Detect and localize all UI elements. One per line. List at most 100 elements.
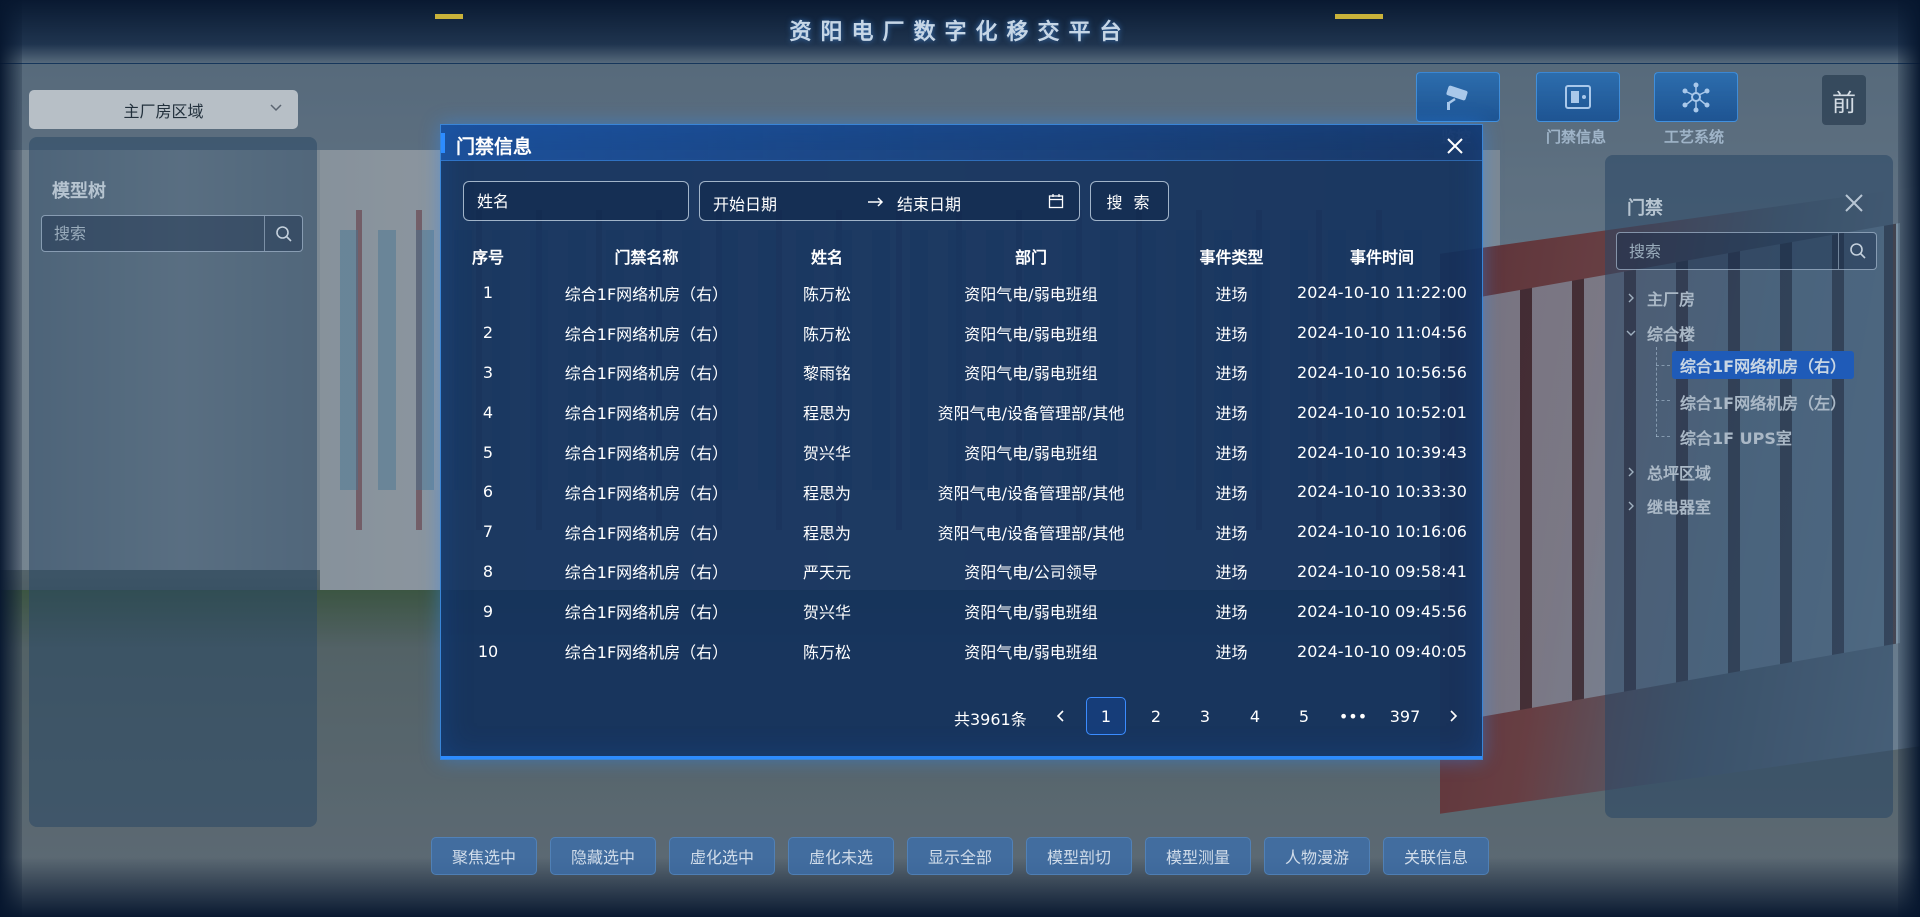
cell-event-time: 2024-10-10 11:22:00 [1297, 283, 1467, 303]
table-row[interactable]: 3 综合1F网络机房（右） 黎雨铭 资阳气电/弱电班组 进场 2024-10-1… [449, 353, 1475, 393]
cell-department: 资阳气电/弱电班组 [964, 643, 1098, 663]
cell-event-type: 进场 [1215, 324, 1248, 344]
model-tree-search-button[interactable] [264, 216, 302, 251]
cell-event-time: 2024-10-10 10:16:06 [1297, 522, 1467, 542]
related-info-button[interactable]: 关联信息 [1383, 837, 1489, 875]
ghost-selected-button[interactable]: 虚化选中 [669, 837, 775, 875]
close-icon[interactable] [1843, 192, 1865, 214]
model-tree-search-input[interactable] [42, 216, 264, 251]
pagination-next-button[interactable] [1433, 697, 1473, 735]
nav-process-system-label: 工艺系统 [1663, 128, 1724, 146]
end-date-input[interactable]: 结束日期 [897, 191, 961, 215]
show-all-button[interactable]: 显示全部 [907, 837, 1013, 875]
model-measure-button[interactable]: 模型测量 [1145, 837, 1251, 875]
cell-event-time: 2024-10-10 09:58:41 [1297, 561, 1467, 581]
search-button[interactable]: 搜 索 [1090, 181, 1169, 221]
share-nodes-icon [1682, 82, 1710, 113]
column-header-index: 序号 [471, 248, 504, 267]
ghost-unselected-button[interactable]: 虚化未选 [788, 837, 894, 875]
nav-door-access-button[interactable] [1536, 72, 1620, 122]
date-range-picker[interactable]: 开始日期 结束日期 [699, 181, 1080, 221]
tree-guide-line [1656, 436, 1670, 437]
model-tree-title: 模型树 [52, 181, 106, 202]
cell-person-name: 程思为 [802, 483, 851, 503]
tree-node-label: 主厂房 [1647, 290, 1696, 309]
table-row[interactable]: 5 综合1F网络机房（右） 贺兴华 资阳气电/弱电班组 进场 2024-10-1… [449, 432, 1475, 472]
table-row[interactable]: 7 综合1F网络机房（右） 程思为 资阳气电/设备管理部/其他 进场 2024-… [449, 512, 1475, 552]
tree-node-network-room-right[interactable]: 综合1F网络机房（右） [1672, 351, 1855, 379]
chevron-right-icon[interactable] [1625, 466, 1637, 478]
cell-event-type: 进场 [1215, 483, 1248, 503]
cell-event-time: 2024-10-10 09:40:05 [1297, 641, 1467, 661]
cell-index: 2 [482, 323, 494, 343]
door-access-table: 序号 门禁名称 姓名 部门 事件类型 事件时间 1 综合1F网络机房（右） 陈万… [449, 239, 1475, 671]
cell-door-name: 综合1F网络机房（右） [564, 404, 729, 424]
door-access-tree-search-button[interactable] [1838, 233, 1876, 269]
front-view-button[interactable]: 前 [1822, 75, 1866, 125]
cell-person-name: 陈万松 [802, 643, 851, 663]
cell-event-type: 进场 [1215, 284, 1248, 304]
start-date-input[interactable]: 开始日期 [713, 191, 777, 215]
tree-node-complex-building[interactable]: 综合楼 [1625, 321, 1695, 345]
door-access-tree-search-input[interactable] [1617, 233, 1838, 269]
tree-node-network-room-left[interactable]: 综合1F网络机房（左） [1680, 390, 1846, 414]
table-row[interactable]: 6 综合1F网络机房（右） 程思为 资阳气电/设备管理部/其他 进场 2024-… [449, 472, 1475, 512]
cell-event-type: 进场 [1215, 643, 1248, 663]
column-header-door-name: 门禁名称 [614, 248, 679, 267]
table-row[interactable]: 1 综合1F网络机房（右） 陈万松 资阳气电/弱电班组 进场 2024-10-1… [449, 273, 1475, 313]
hide-selected-button[interactable]: 隐藏选中 [550, 837, 656, 875]
tree-node-label: 综合1F网络机房（右） [1680, 357, 1847, 376]
pagination-page-2[interactable]: 2 [1136, 697, 1176, 735]
door-access-tree-search [1616, 232, 1877, 270]
cell-index: 1 [482, 283, 494, 303]
tree-node-site-area[interactable]: 总坪区域 [1625, 460, 1711, 484]
area-select[interactable]: 主厂房区域 [29, 90, 298, 129]
tree-node-label: 继电器室 [1647, 498, 1712, 517]
calendar-icon [1048, 194, 1064, 209]
cell-event-type: 进场 [1215, 444, 1248, 464]
cell-person-name: 黎雨铭 [802, 364, 851, 384]
table-row[interactable]: 2 综合1F网络机房（右） 陈万松 资阳气电/弱电班组 进场 2024-10-1… [449, 313, 1475, 353]
cell-index: 10 [477, 641, 499, 661]
pagination-prev-button[interactable] [1041, 697, 1081, 735]
chevron-right-icon[interactable] [1625, 292, 1637, 304]
cell-person-name: 程思为 [802, 404, 851, 424]
cell-event-type: 进场 [1215, 603, 1248, 623]
door-access-dialog: 门禁信息 开始日期 结束日期 搜 索 序号 门禁名称 姓名 [440, 124, 1483, 760]
cell-index: 7 [482, 522, 494, 542]
nav-door-access[interactable]: 门禁信息 [1531, 72, 1621, 152]
name-input[interactable] [464, 182, 688, 220]
tree-node-label: 综合楼 [1647, 325, 1696, 344]
table-header-row: 序号 门禁名称 姓名 部门 事件类型 事件时间 [449, 239, 1475, 273]
nav-process-system-button[interactable] [1654, 72, 1738, 122]
close-icon[interactable] [1445, 136, 1465, 156]
table-row[interactable]: 8 综合1F网络机房（右） 严天元 资阳气电/公司领导 进场 2024-10-1… [449, 552, 1475, 592]
model-section-button[interactable]: 模型剖切 [1026, 837, 1132, 875]
pagination-ellipsis[interactable]: ••• [1333, 697, 1373, 735]
name-field [463, 181, 689, 221]
pagination-page-5[interactable]: 5 [1284, 697, 1324, 735]
cell-department: 资阳气电/弱电班组 [964, 603, 1098, 623]
tree-node-ups-room[interactable]: 综合1F UPS室 [1680, 425, 1792, 449]
pagination-page-1[interactable]: 1 [1086, 697, 1126, 735]
cell-person-name: 贺兴华 [802, 444, 851, 464]
tree-node-label: 综合1F UPS室 [1680, 429, 1792, 448]
cell-door-name: 综合1F网络机房（右） [564, 643, 729, 663]
nav-process-system[interactable]: 工艺系统 [1649, 72, 1739, 152]
table-row[interactable]: 4 综合1F网络机房（右） 程思为 资阳气电/设备管理部/其他 进场 2024-… [449, 392, 1475, 432]
column-header-department: 部门 [1014, 248, 1047, 267]
pagination-last-page[interactable]: 397 [1385, 697, 1425, 735]
tree-node-main-plant[interactable]: 主厂房 [1625, 286, 1695, 310]
area-select-value: 主厂房区域 [123, 101, 204, 121]
character-roam-button[interactable]: 人物漫游 [1264, 837, 1370, 875]
nav-monitor-button[interactable] [1416, 72, 1500, 122]
chevron-down-icon[interactable] [1625, 327, 1637, 339]
table-row[interactable]: 9 综合1F网络机房（右） 贺兴华 资阳气电/弱电班组 进场 2024-10-1… [449, 591, 1475, 631]
chevron-right-icon[interactable] [1625, 500, 1637, 512]
tree-node-relay-room[interactable]: 继电器室 [1625, 494, 1711, 518]
table-row[interactable]: 10 综合1F网络机房（右） 陈万松 资阳气电/弱电班组 进场 2024-10-… [449, 631, 1475, 671]
pagination-page-4[interactable]: 4 [1235, 697, 1275, 735]
cell-index: 8 [482, 561, 494, 581]
pagination-page-3[interactable]: 3 [1185, 697, 1225, 735]
focus-selected-button[interactable]: 聚焦选中 [431, 837, 537, 875]
